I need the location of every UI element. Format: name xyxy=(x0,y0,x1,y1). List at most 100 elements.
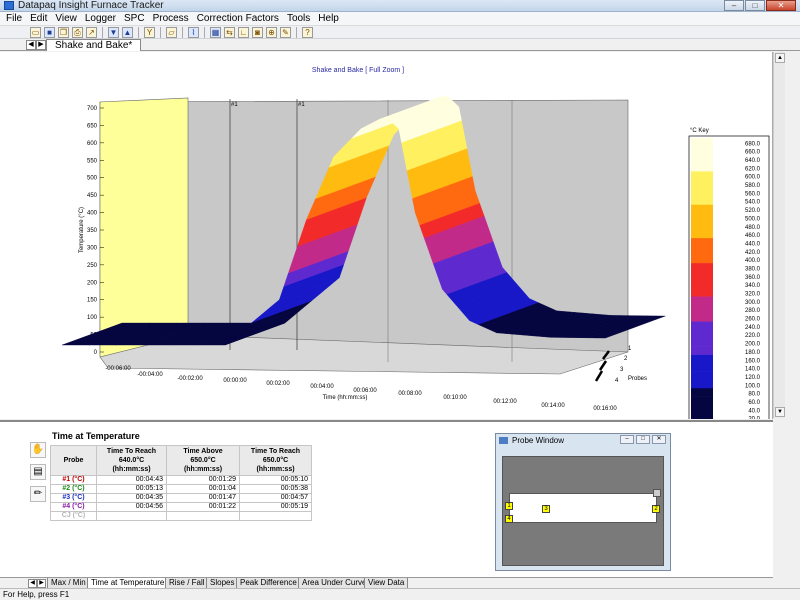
y-tick-label: 0 xyxy=(94,350,98,356)
time-above-650-cell: 00:01:04 xyxy=(166,484,240,494)
color-key-swatch xyxy=(691,238,713,247)
z-tick-label: 2 xyxy=(624,356,628,362)
upload-icon[interactable]: ▲ xyxy=(122,26,133,38)
minimize-button[interactable]: – xyxy=(724,0,744,11)
document-icon[interactable]: ▤ xyxy=(30,464,46,480)
menu-spc[interactable]: SPC xyxy=(120,12,149,26)
color-key-label: 200.0 xyxy=(745,342,761,348)
save-icon[interactable]: ■ xyxy=(44,26,55,38)
table-row[interactable]: #3 (°C) 00:04:35 00:01:47 00:04:57 xyxy=(50,493,312,503)
menu-file[interactable]: File xyxy=(2,12,26,26)
x-tick-label: 00:06:00 xyxy=(353,388,377,394)
chart-title: Shake and Bake [ Full Zoom ] xyxy=(312,67,404,74)
probe-marker-3[interactable]: 3 xyxy=(542,505,550,513)
color-key-label: 580.0 xyxy=(745,183,761,189)
menu-help[interactable]: Help xyxy=(314,12,343,26)
tool-icon[interactable]: ✎ xyxy=(280,26,291,38)
maximize-button[interactable]: □ xyxy=(745,0,765,11)
bottom-tab-right-arrow-icon[interactable]: ▶ xyxy=(37,579,46,588)
color-key-label: 60.0 xyxy=(748,400,760,406)
toolbar-separator xyxy=(296,26,297,38)
color-key-label: 100.0 xyxy=(745,383,761,389)
vertical-scrollbar[interactable]: ▲ ▼ xyxy=(773,52,785,418)
document-tab-bar: ◀ ▶ Shake and Bake* xyxy=(0,39,800,51)
header-time-above-650: Time Above 650.0°C (hh:mm:ss) xyxy=(166,445,240,476)
color-key-swatch xyxy=(691,288,713,297)
hand-icon[interactable]: ✋ xyxy=(30,442,46,458)
time-to-reach-640-cell: 00:04:35 xyxy=(96,493,167,503)
table-row[interactable]: #1 (°C) 00:04:43 00:01:29 00:05:10 xyxy=(50,475,312,485)
probe-window-close-button[interactable]: ✕ xyxy=(652,435,666,444)
menu-process[interactable]: Process xyxy=(149,12,193,26)
menu-view[interactable]: View xyxy=(51,12,81,26)
tab-left-arrow-icon[interactable]: ◀ xyxy=(26,40,36,50)
color-picker-icon[interactable]: ✏ xyxy=(30,486,46,502)
toolbar: ▭ ■ ❐ ⎙ ↗ ▼ ▲ Y ▱ ⌇ ▦ ⇆ ∟ ◙ ⊕ ✎ ? xyxy=(0,26,800,39)
probe-window-minimize-button[interactable]: – xyxy=(620,435,634,444)
color-key-label: 260.0 xyxy=(745,317,761,323)
zoom-icon[interactable]: ⊕ xyxy=(266,26,277,38)
probe-window[interactable]: Probe Window – □ ✕ 1 4 3 2 xyxy=(495,433,671,571)
z-tick-label: 3 xyxy=(620,367,624,373)
menu-tools[interactable]: Tools xyxy=(283,12,314,26)
chart-icon[interactable]: ⌇ xyxy=(188,26,199,38)
color-key-swatch xyxy=(691,346,713,356)
color-key-label: 120.0 xyxy=(745,375,761,381)
color-key-label: 380.0 xyxy=(745,266,761,272)
y-tick-label: 600 xyxy=(87,141,98,147)
time-to-reach-640-cell: 00:05:13 xyxy=(96,484,167,494)
print-icon[interactable]: ⎙ xyxy=(72,26,83,38)
filter-icon[interactable]: Y xyxy=(144,26,155,38)
color-key-label: 640.0 xyxy=(745,158,761,164)
tab-shake-and-bake[interactable]: Shake and Bake* xyxy=(46,39,142,51)
align-icon[interactable]: ⇆ xyxy=(224,26,235,38)
probe-marker-2[interactable]: 2 xyxy=(652,505,660,513)
export-icon[interactable]: ↗ xyxy=(86,26,97,38)
time-to-reach-650-cell: 00:05:10 xyxy=(239,475,312,485)
close-button[interactable]: ✕ xyxy=(766,0,796,11)
color-key-swatch xyxy=(691,204,713,214)
probe-window-maximize-button[interactable]: □ xyxy=(636,435,650,444)
menu-logger[interactable]: Logger xyxy=(81,12,120,26)
surface-chart: Shake and Bake [ Full Zoom ]#1#105010015… xyxy=(61,67,770,433)
scroll-up-icon[interactable]: ▲ xyxy=(775,53,785,63)
color-key-swatch xyxy=(691,321,713,331)
color-key-label: 360.0 xyxy=(745,275,761,281)
color-key-label: 320.0 xyxy=(745,292,761,298)
y-tick-label: 250 xyxy=(87,263,98,269)
color-key-label: 680.0 xyxy=(745,141,761,147)
time-above-650-cell: 00:01:29 xyxy=(166,475,240,485)
help-icon[interactable]: ? xyxy=(302,26,313,38)
toolbar-separator xyxy=(182,26,183,38)
probe-strip-handle-icon[interactable] xyxy=(653,489,661,497)
bottom-tab-left-arrow-icon[interactable]: ◀ xyxy=(28,579,37,588)
table-row[interactable]: #4 (°C) 00:04:56 00:01:22 00:05:19 xyxy=(50,502,312,512)
open-icon[interactable]: ▭ xyxy=(30,26,41,38)
axis-icon[interactable]: ∟ xyxy=(238,26,249,38)
probe-dash xyxy=(594,370,604,382)
menu-edit[interactable]: Edit xyxy=(26,12,51,26)
color-key-swatch xyxy=(691,279,713,289)
grid-icon[interactable]: ▦ xyxy=(210,26,221,38)
camera-icon[interactable]: ◙ xyxy=(252,26,263,38)
color-key-label: 440.0 xyxy=(745,241,761,247)
menu-correction-factors[interactable]: Correction Factors xyxy=(193,12,283,26)
table-row[interactable]: CJ (°C) xyxy=(50,511,312,521)
y-tick-label: 550 xyxy=(87,158,98,164)
color-key-swatch xyxy=(691,213,713,222)
probe-marker-4[interactable]: 4 xyxy=(505,515,513,523)
color-key-swatch xyxy=(691,388,713,397)
color-key-label: 340.0 xyxy=(745,283,761,289)
table-row[interactable]: #2 (°C) 00:05:13 00:01:04 00:05:38 xyxy=(50,484,312,494)
copy-icon[interactable]: ❐ xyxy=(58,26,69,38)
color-key-label: 620.0 xyxy=(745,166,761,172)
color-key-title: °C Key xyxy=(690,128,709,134)
chart-area: Shake and Bake [ Full Zoom ]#1#105010015… xyxy=(0,52,773,433)
download-icon[interactable]: ▼ xyxy=(108,26,119,38)
probe-strip xyxy=(509,493,657,523)
time-to-reach-650-cell: 00:05:38 xyxy=(239,484,312,494)
scroll-down-icon[interactable]: ▼ xyxy=(775,407,785,417)
folder-icon[interactable]: ▱ xyxy=(166,26,177,38)
probe-marker-1[interactable]: 1 xyxy=(505,502,513,510)
tab-right-arrow-icon[interactable]: ▶ xyxy=(36,40,46,50)
